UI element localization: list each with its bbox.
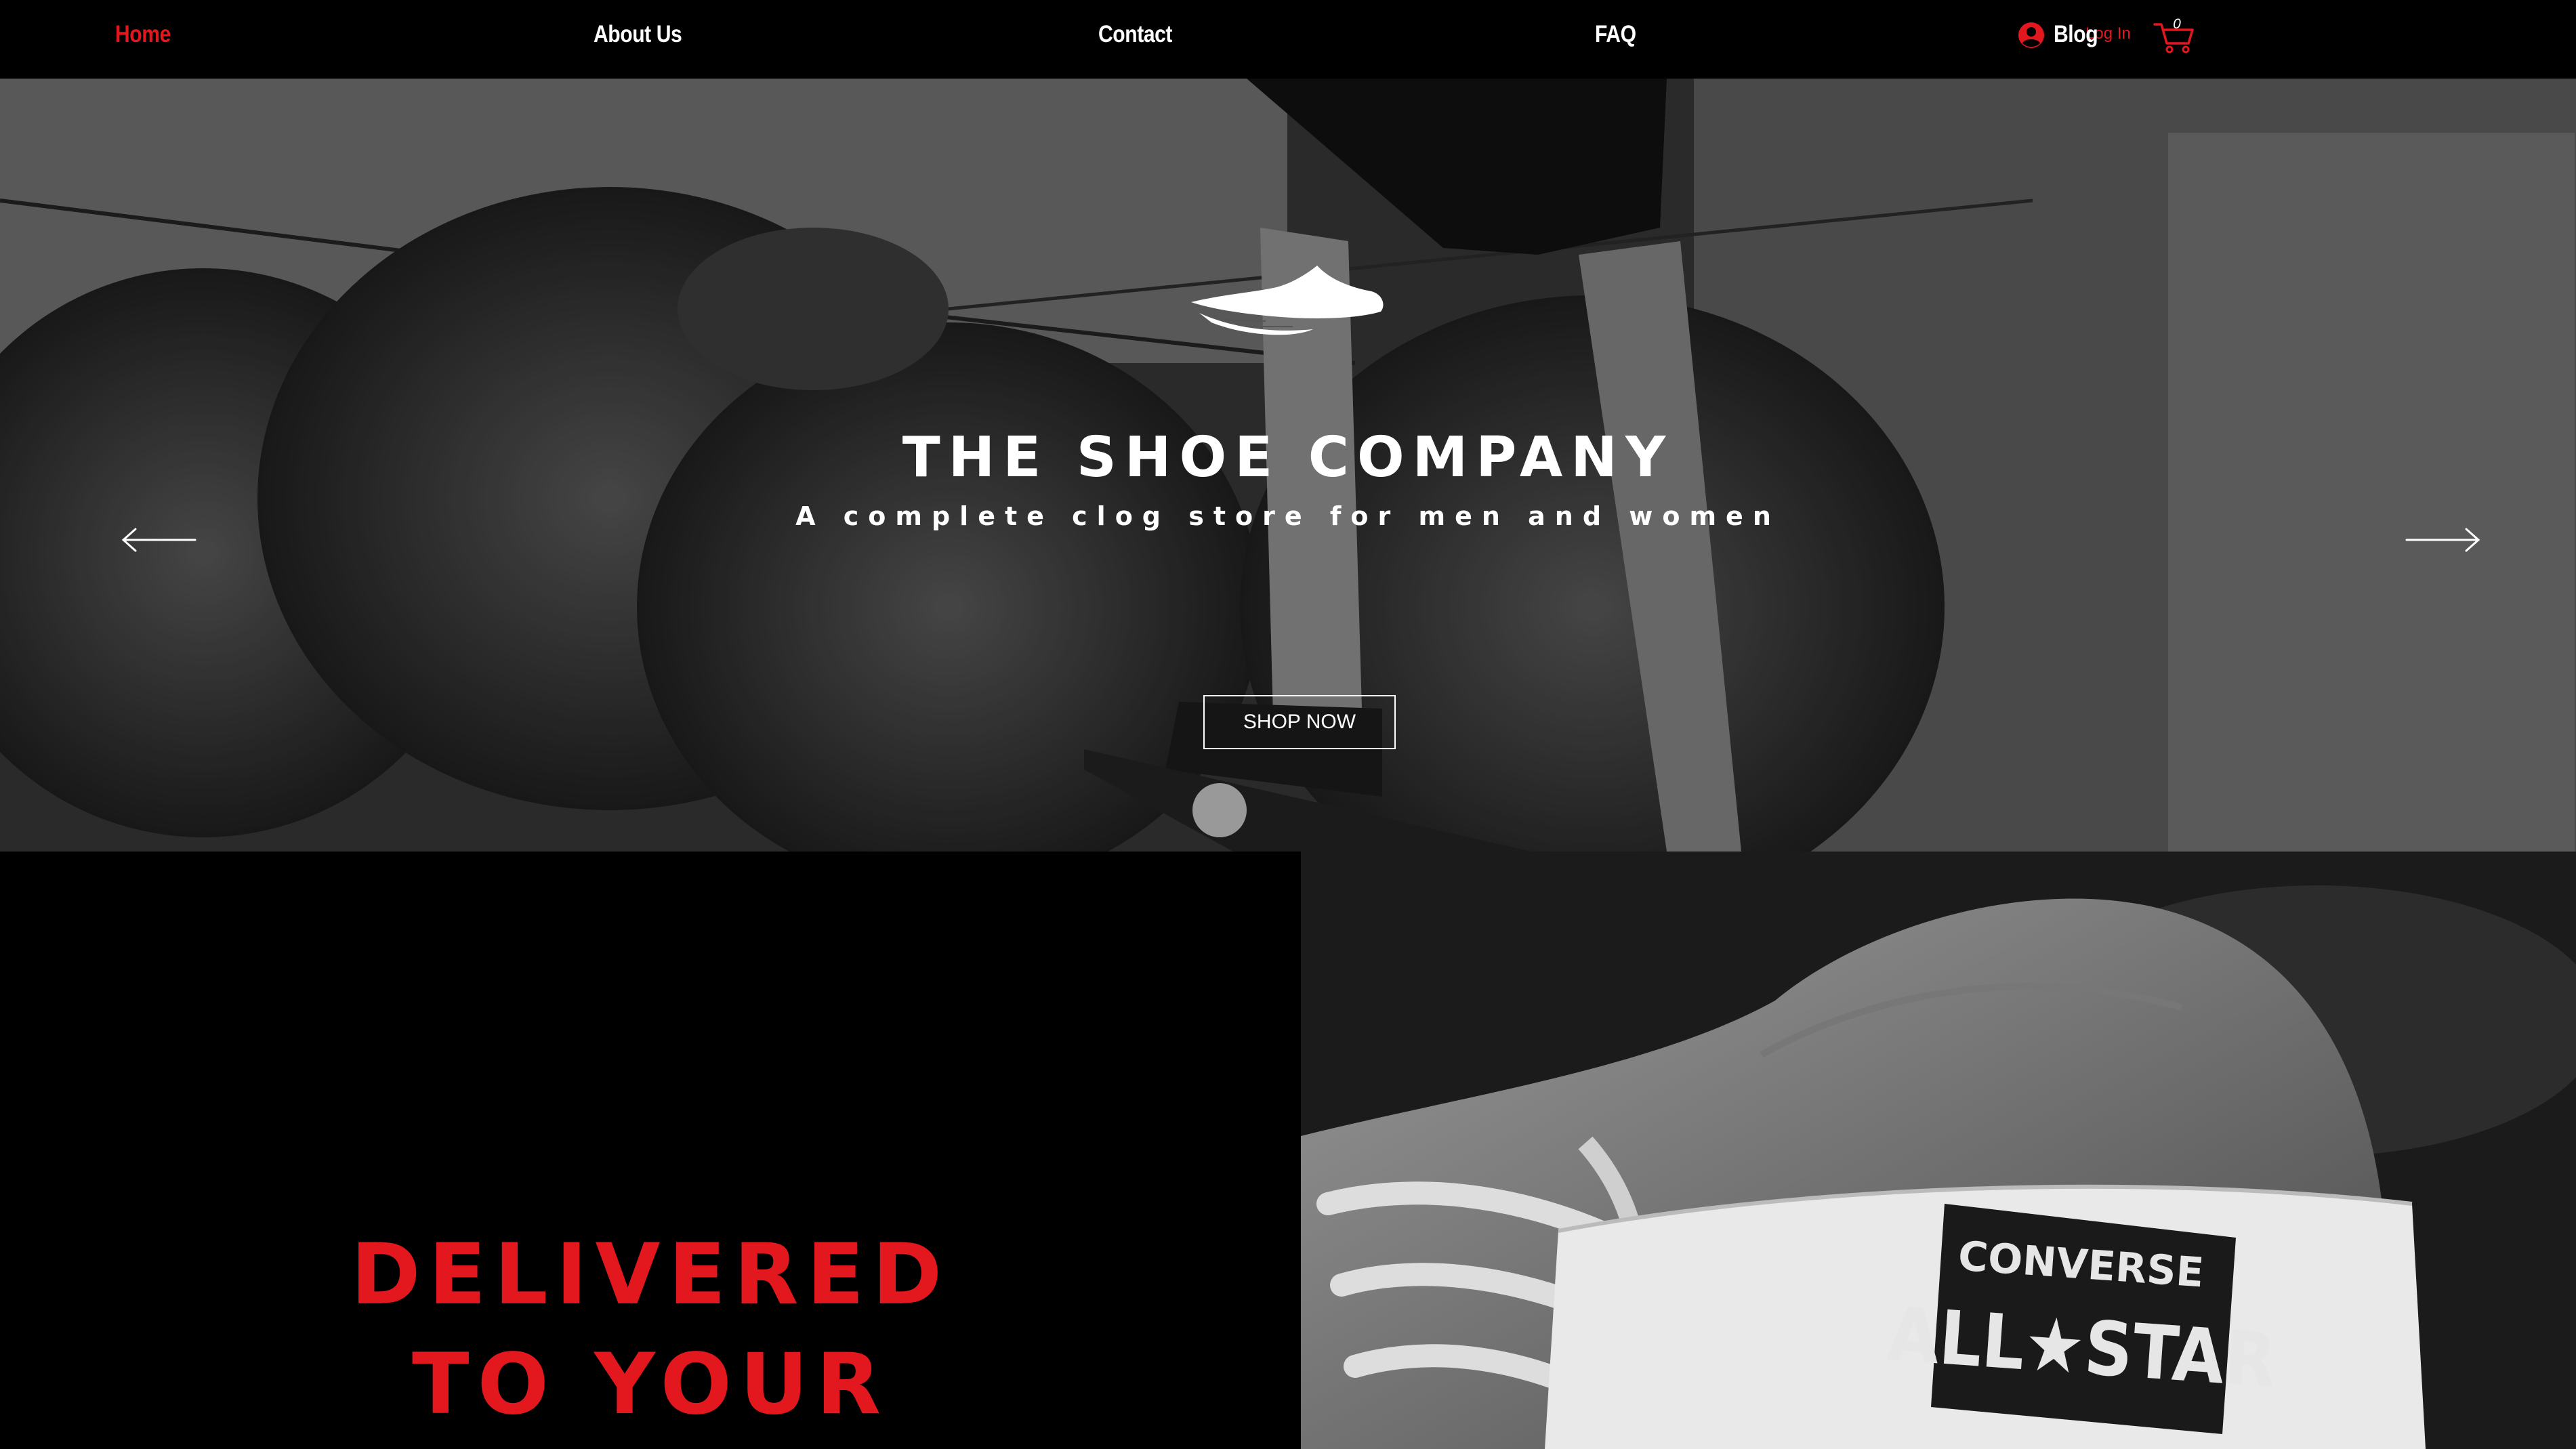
nav-item-about-us[interactable]: About Us (594, 18, 682, 51)
shop-now-button[interactable]: SHOP NOW (1203, 695, 1396, 749)
cart-button[interactable]: 0 (2153, 15, 2195, 54)
hero-subtitle: A complete clog store for men and women (795, 501, 1781, 531)
user-circle-icon (2018, 22, 2044, 48)
cart-count: 0 (2173, 16, 2181, 32)
sneaker-photo: CONVERSE ALL★STAR (1301, 852, 2576, 1449)
hero-slideshow: THE SHOE COMPANY A complete clog store f… (0, 79, 2576, 852)
arrow-right-icon[interactable] (2405, 526, 2481, 554)
nav-item-home[interactable]: Home (115, 18, 171, 51)
login-button[interactable]: Log In (2018, 20, 2131, 50)
promo-heading-line-2: TO YOUR (411, 1336, 890, 1433)
promo-heading-line-1: DELIVERED (350, 1226, 951, 1324)
nav-item-faq[interactable]: FAQ (1595, 18, 1636, 51)
nav-item-contact[interactable]: Contact (1098, 18, 1172, 51)
arrow-left-icon[interactable] (121, 526, 196, 554)
promo-image: CONVERSE ALL★STAR (1301, 852, 2576, 1449)
hero-title: THE SHOE COMPANY (902, 425, 1674, 490)
site-header: Home About Us Contact FAQ Log In Blog 0 (0, 0, 2576, 79)
nav-item-blog[interactable]: Blog (2054, 18, 2098, 51)
shoe-wing-logo (1191, 266, 1384, 335)
